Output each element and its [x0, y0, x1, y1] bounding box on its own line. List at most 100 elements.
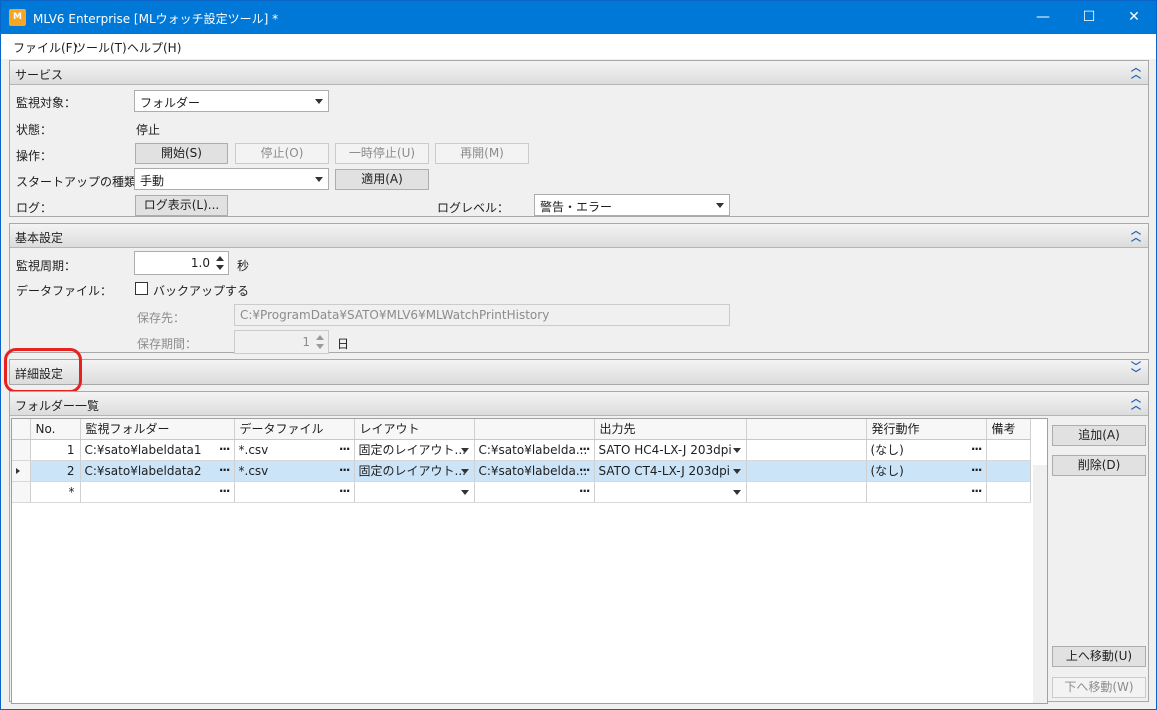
- cell-output[interactable]: [594, 481, 747, 503]
- cell-output[interactable]: SATO CT4-LX-J 203dpi: [594, 460, 747, 482]
- row-header[interactable]: [12, 439, 31, 461]
- cell-layout-path[interactable]: ···: [474, 481, 595, 503]
- menu-help[interactable]: ヘルプ(H): [127, 39, 181, 56]
- col-header-extra[interactable]: [746, 419, 867, 440]
- cell-layout[interactable]: 固定のレイアウト...: [354, 439, 475, 461]
- move-up-button[interactable]: 上へ移動(U): [1052, 646, 1146, 667]
- resume-button[interactable]: 再開(M): [435, 143, 529, 164]
- cell-output[interactable]: SATO HC4-LX-J 203dpi: [594, 439, 747, 461]
- col-header-note[interactable]: 備考: [986, 419, 1031, 440]
- cell-layout-path[interactable]: C:¥sato¥labelda... ···: [474, 439, 595, 461]
- backup-checkbox[interactable]: [135, 282, 148, 295]
- cell-note[interactable]: [986, 481, 1031, 503]
- folder-list-panel: フォルダー一覧 ︿ ︿ No. 監視フォルダー データファイル レイアウト 出力先: [9, 391, 1149, 704]
- cell-action[interactable]: ···: [866, 481, 987, 503]
- cell-layout[interactable]: [354, 481, 475, 503]
- collapse-up-icon[interactable]: ︿ ︿: [1130, 227, 1142, 244]
- chevron-down-icon[interactable]: [732, 489, 741, 495]
- ellipsis-icon[interactable]: ···: [579, 442, 591, 456]
- advanced-settings-header[interactable]: 詳細設定 ﹀ ﹀: [10, 360, 1148, 384]
- chevron-down-icon[interactable]: [460, 489, 469, 495]
- cell-action-text: (なし): [870, 464, 904, 478]
- spinner-icon[interactable]: [214, 254, 226, 272]
- cell-datafile[interactable]: ···: [234, 481, 355, 503]
- col-header-layout[interactable]: レイアウト: [354, 419, 475, 440]
- startup-type-select[interactable]: 手動: [134, 168, 329, 190]
- save-to-input[interactable]: C:¥ProgramData¥SATO¥MLV6¥MLWatchPrintHis…: [234, 304, 730, 326]
- maximize-button[interactable]: ☐: [1066, 1, 1112, 34]
- ellipsis-icon[interactable]: ···: [579, 463, 591, 477]
- menu-file[interactable]: ファイル(F): [13, 39, 77, 56]
- table-row[interactable]: 2 C:¥sato¥labeldata2 ··· *.csv ··· 固定のレイアウ…: [12, 460, 1031, 482]
- target-select[interactable]: フォルダー: [134, 90, 329, 112]
- cell-note[interactable]: [986, 460, 1031, 482]
- period-stepper[interactable]: 1.0: [134, 251, 229, 275]
- cell-no[interactable]: 2: [30, 460, 81, 482]
- vertical-scrollbar[interactable]: [1033, 465, 1047, 703]
- cell-extra[interactable]: [746, 439, 867, 461]
- delete-button[interactable]: 削除(D): [1052, 455, 1146, 476]
- pause-button[interactable]: 一時停止(U): [335, 143, 429, 164]
- chevron-down-icon[interactable]: [732, 468, 741, 474]
- cell-folder[interactable]: C:¥sato¥labeldata1 ···: [80, 439, 235, 461]
- col-header-layout-path[interactable]: [474, 419, 595, 440]
- cell-folder[interactable]: ···: [80, 481, 235, 503]
- table-row[interactable]: 1 C:¥sato¥labeldata1 ··· *.csv ··· 固定のレイアウ…: [12, 439, 1031, 461]
- ellipsis-icon[interactable]: ···: [219, 463, 231, 477]
- ellipsis-icon[interactable]: ···: [339, 463, 351, 477]
- collapse-up-icon[interactable]: ︿ ︿: [1130, 395, 1142, 412]
- row-header[interactable]: [12, 481, 31, 503]
- cell-datafile[interactable]: *.csv ···: [234, 460, 355, 482]
- col-header-folder[interactable]: 監視フォルダー: [80, 419, 235, 440]
- col-header-action[interactable]: 発行動作: [866, 419, 987, 440]
- cell-extra[interactable]: [746, 481, 867, 503]
- folder-grid[interactable]: No. 監視フォルダー データファイル レイアウト 出力先 発行動作 備考 1 …: [11, 418, 1048, 704]
- chevron-down-icon[interactable]: [460, 447, 469, 453]
- ellipsis-icon[interactable]: ···: [219, 484, 231, 498]
- cell-layout-path[interactable]: C:¥sato¥labelda... ···: [474, 460, 595, 482]
- log-view-button[interactable]: ログ表示(L)...: [135, 195, 228, 216]
- ellipsis-icon[interactable]: ···: [971, 463, 983, 477]
- collapse-up-icon[interactable]: ︿ ︿: [1130, 64, 1142, 81]
- add-button[interactable]: 追加(A): [1052, 425, 1146, 446]
- cell-layout[interactable]: 固定のレイアウト...: [354, 460, 475, 482]
- target-label: 監視対象：: [16, 96, 77, 110]
- start-button[interactable]: 開始(S): [135, 143, 228, 164]
- ellipsis-icon[interactable]: ···: [339, 484, 351, 498]
- new-row[interactable]: * ··· ··· ··· ···: [12, 481, 1031, 503]
- save-to-label: 保存先：: [137, 311, 186, 325]
- col-header-datafile[interactable]: データファイル: [234, 419, 355, 440]
- retention-stepper[interactable]: 1: [234, 330, 329, 354]
- row-header[interactable]: [12, 460, 31, 482]
- ellipsis-icon[interactable]: ···: [579, 484, 591, 498]
- stop-button[interactable]: 停止(O): [235, 143, 329, 164]
- apply-button[interactable]: 適用(A): [335, 169, 429, 190]
- ellipsis-icon[interactable]: ···: [219, 442, 231, 456]
- cell-datafile[interactable]: *.csv ···: [234, 439, 355, 461]
- cell-no[interactable]: 1: [30, 439, 81, 461]
- col-header-no[interactable]: No.: [30, 419, 81, 440]
- folder-list-header[interactable]: フォルダー一覧 ︿ ︿: [10, 392, 1148, 416]
- move-down-button[interactable]: 下へ移動(W): [1052, 677, 1146, 698]
- col-header-output[interactable]: 出力先: [594, 419, 747, 440]
- ellipsis-icon[interactable]: ···: [971, 442, 983, 456]
- cell-extra[interactable]: [746, 460, 867, 482]
- close-button[interactable]: ✕: [1111, 1, 1157, 34]
- log-level-select[interactable]: 警告・エラー: [534, 194, 730, 216]
- status-label: 状態：: [16, 123, 53, 137]
- minimize-button[interactable]: —: [1020, 1, 1066, 34]
- spinner-icon[interactable]: [314, 333, 326, 351]
- cell-folder[interactable]: C:¥sato¥labeldata2 ···: [80, 460, 235, 482]
- cell-note[interactable]: [986, 439, 1031, 461]
- ellipsis-icon[interactable]: ···: [971, 484, 983, 498]
- ellipsis-icon[interactable]: ···: [339, 442, 351, 456]
- cell-action[interactable]: (なし) ···: [866, 439, 987, 461]
- cell-action[interactable]: (なし) ···: [866, 460, 987, 482]
- datafile-label: データファイル：: [16, 284, 113, 298]
- service-panel-header[interactable]: サービス ︿ ︿: [10, 61, 1148, 85]
- menu-tools[interactable]: ツール(T): [74, 39, 127, 56]
- chevron-down-icon[interactable]: [732, 447, 741, 453]
- basic-settings-header[interactable]: 基本設定 ︿ ︿: [10, 224, 1148, 248]
- chevron-down-icon[interactable]: [460, 468, 469, 474]
- expand-down-icon[interactable]: ﹀ ﹀: [1130, 363, 1142, 380]
